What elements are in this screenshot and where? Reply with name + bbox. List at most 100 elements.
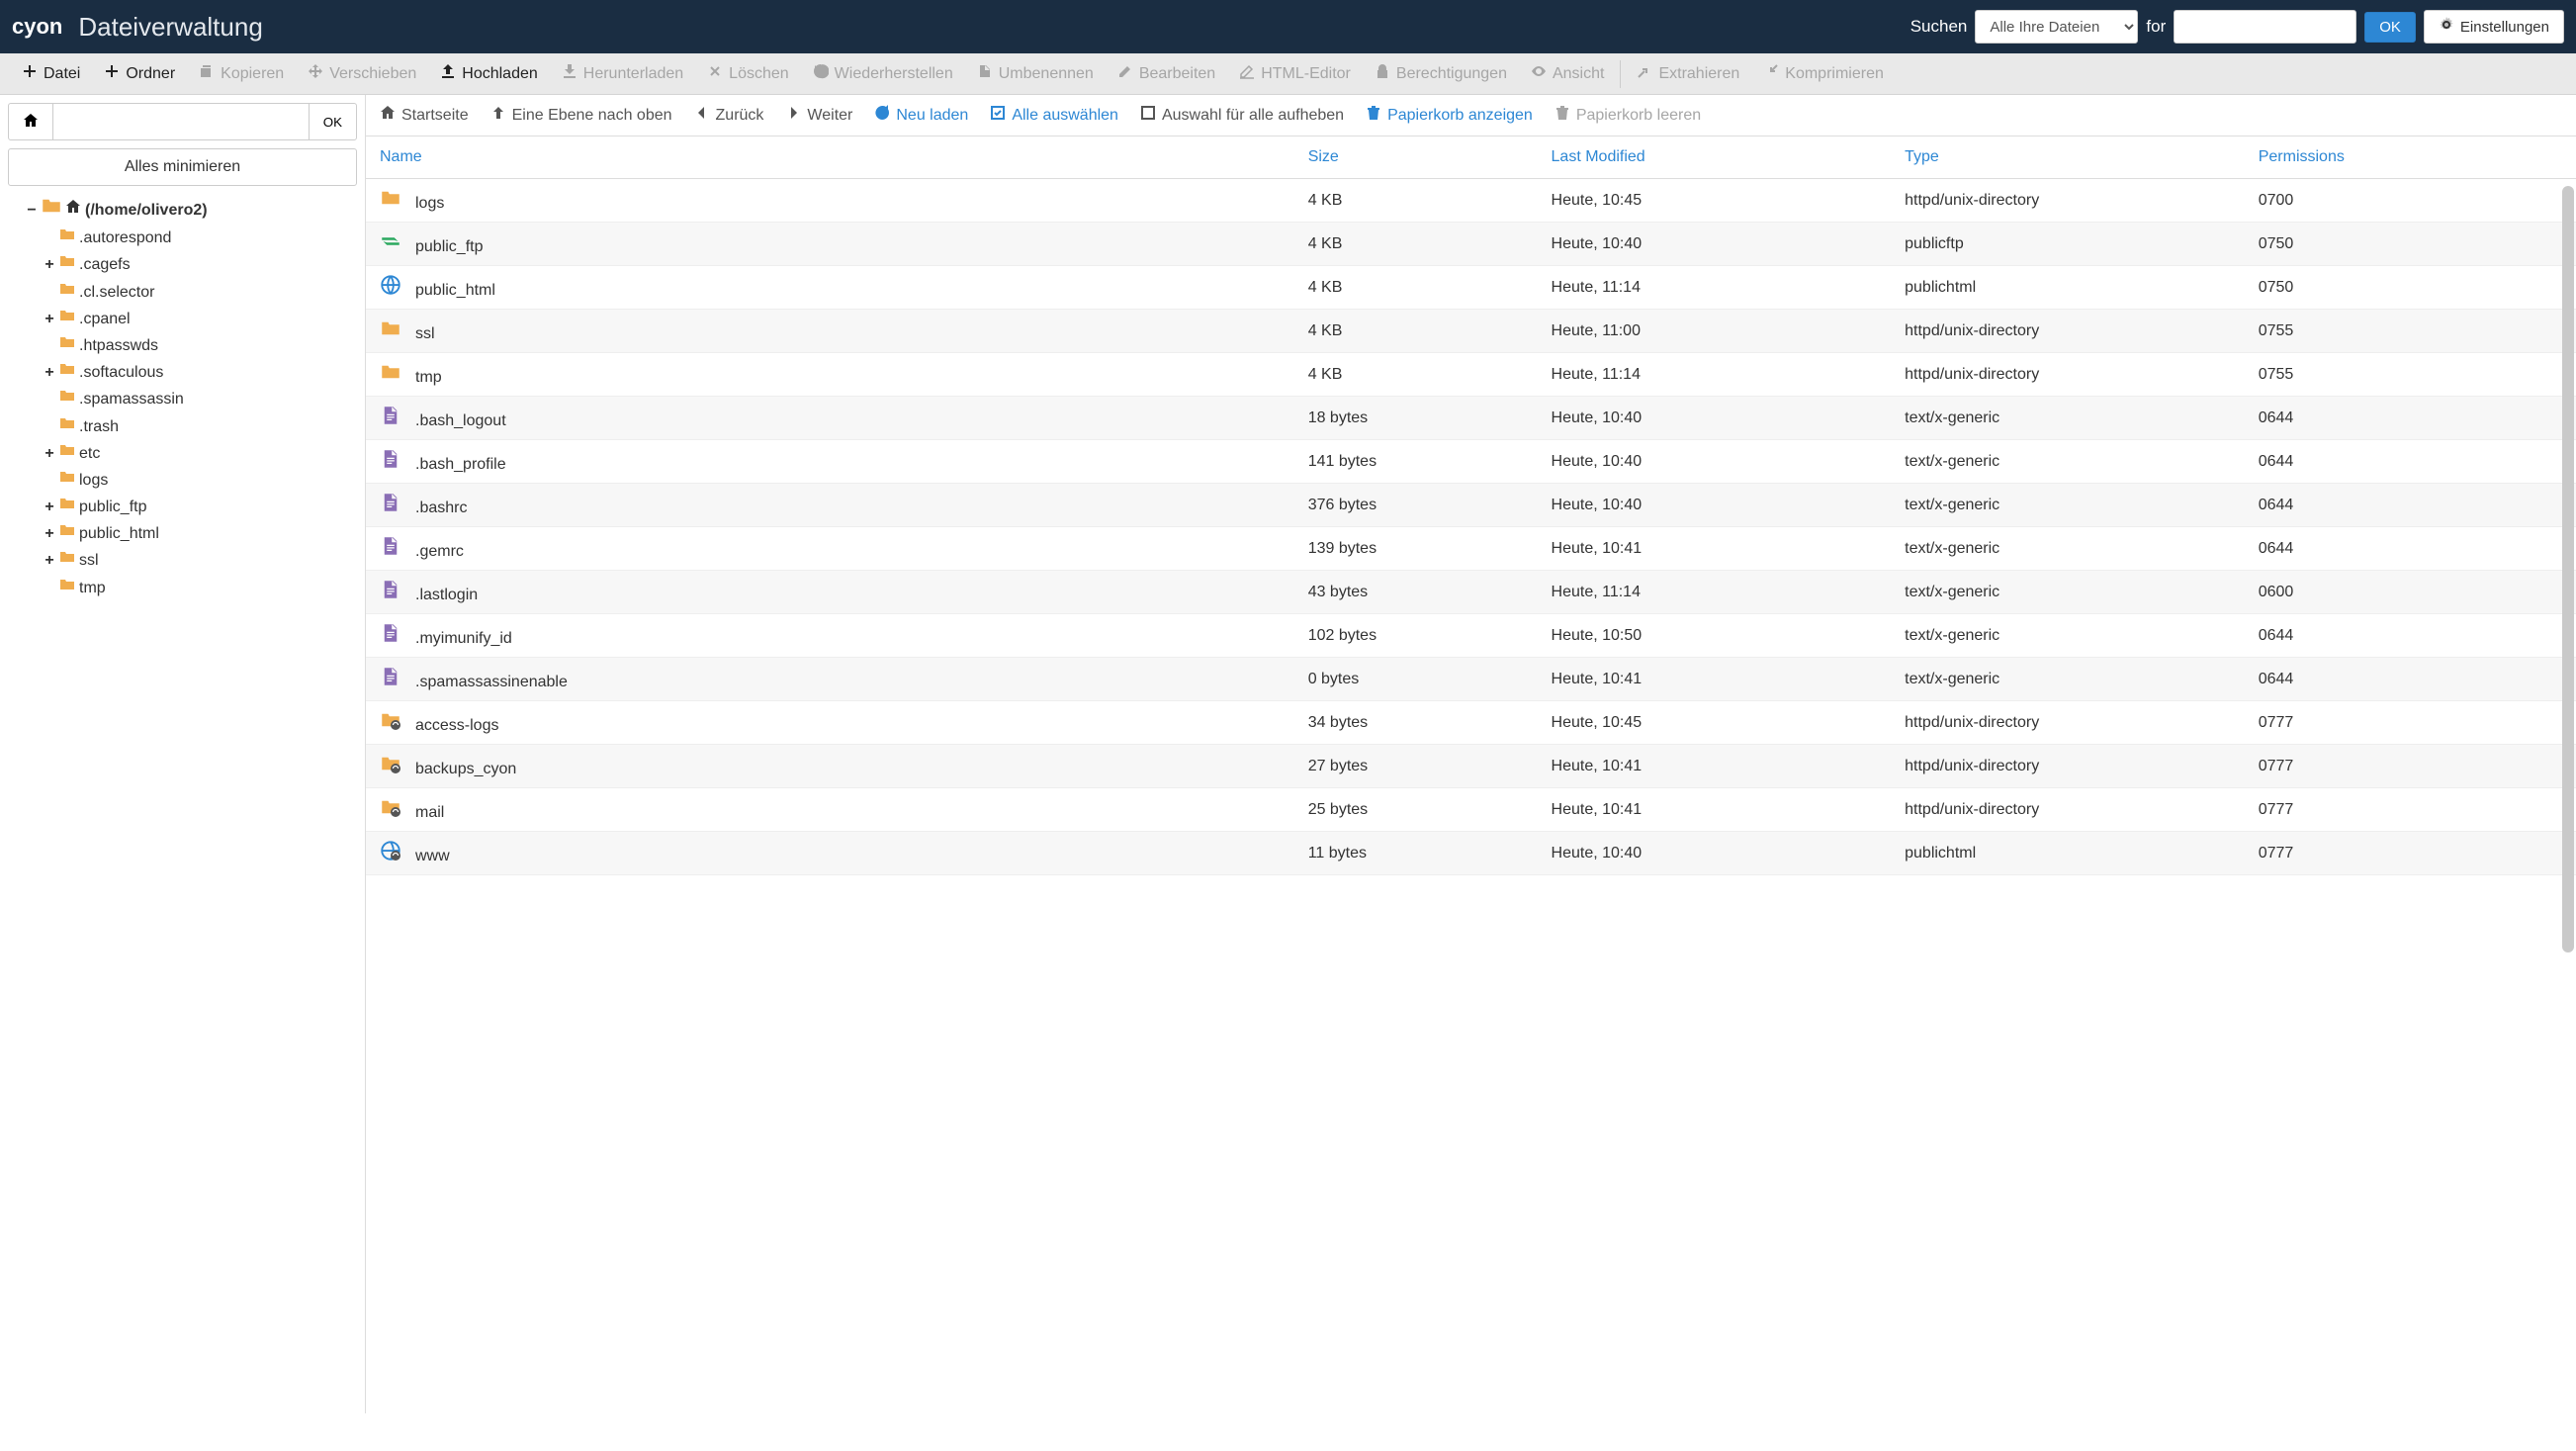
expand-icon[interactable]: + (44, 520, 55, 547)
tree-node[interactable]: + public_ftp (44, 494, 357, 520)
table-row[interactable]: .bashrc376 bytesHeute, 10:40text/x-gener… (366, 484, 2576, 527)
tree-node[interactable]: .spamassassin (44, 386, 357, 412)
tree-node[interactable]: +etc (44, 440, 357, 467)
file-modified: Heute, 10:45 (1538, 179, 1892, 223)
home-button[interactable] (8, 103, 53, 140)
expand-icon[interactable]: + (44, 306, 55, 332)
tree-node[interactable]: +public_html (44, 520, 357, 547)
tree-node[interactable]: logs (44, 467, 357, 494)
col-perm[interactable]: Permissions (2245, 136, 2576, 179)
folder-icon (59, 386, 75, 412)
tree-node[interactable]: .trash (44, 413, 357, 440)
tree-node[interactable]: + .cpanel (44, 306, 357, 332)
expand-icon[interactable]: + (44, 359, 55, 386)
tree-root-label: (/home/olivero2) (85, 197, 208, 224)
file-size: 141 bytes (1294, 440, 1538, 484)
tree-node[interactable]: +ssl (44, 547, 357, 574)
table-row[interactable]: .spamassassinenable0 bytesHeute, 10:41te… (366, 658, 2576, 701)
search-ok-button[interactable]: OK (2364, 12, 2416, 43)
tree-node-label: .cpanel (79, 306, 131, 332)
tree-node[interactable]: .cl.selector (44, 279, 357, 306)
folder-icon (59, 279, 75, 306)
tree-root[interactable]: − (/home/olivero2) (26, 196, 357, 225)
tree-node[interactable]: .htpasswds (44, 332, 357, 359)
collapse-all-button[interactable]: Alles minimieren (8, 148, 357, 186)
action-label: Zurück (716, 107, 764, 125)
table-row[interactable]: public_html4 KBHeute, 11:14publichtml075… (366, 266, 2576, 310)
action-select-all[interactable]: Alle auswählen (990, 105, 1118, 126)
table-row[interactable]: .lastlogin43 bytesHeute, 11:14text/x-gen… (366, 571, 2576, 614)
col-size[interactable]: Size (1294, 136, 1538, 179)
file-name: .gemrc (415, 543, 464, 560)
file-name: backups_cyon (415, 761, 516, 777)
file-size: 4 KB (1294, 310, 1538, 353)
folder-icon (59, 225, 75, 251)
search-scope-select[interactable]: Alle Ihre Dateien (1975, 10, 2138, 44)
scrollbar[interactable] (2562, 186, 2574, 952)
file-perm: 0750 (2245, 266, 2576, 310)
path-input[interactable] (53, 103, 309, 140)
folder-icon (380, 362, 401, 382)
col-type[interactable]: Type (1891, 136, 2245, 179)
table-row[interactable]: .bash_logout18 bytesHeute, 10:40text/x-g… (366, 397, 2576, 440)
file-modified: Heute, 10:40 (1538, 440, 1892, 484)
action-empty-trash[interactable]: Papierkorb leeren (1554, 105, 1701, 126)
tree-node[interactable]: +.cagefs (44, 251, 357, 278)
folder-link-icon (380, 710, 401, 730)
toolbar-label: Komprimieren (1785, 65, 1884, 83)
file-size: 4 KB (1294, 266, 1538, 310)
table-row[interactable]: .gemrc139 bytesHeute, 10:41text/x-generi… (366, 527, 2576, 571)
action-unselect-all[interactable]: Auswahl für alle aufheben (1140, 105, 1344, 126)
delete-icon (707, 63, 723, 84)
file-modified: Heute, 10:40 (1538, 397, 1892, 440)
toolbar-hochladen[interactable]: Hochladen (428, 53, 550, 94)
tree-node[interactable]: +.softaculous (44, 359, 357, 386)
tree-node[interactable]: .autorespond (44, 225, 357, 251)
action-up[interactable]: Eine Ebene nach oben (490, 105, 672, 126)
table-row[interactable]: public_ftp4 KBHeute, 10:40publicftp0750 (366, 223, 2576, 266)
file-type: text/x-generic (1891, 440, 2245, 484)
table-row[interactable]: .myimunify_id102 bytesHeute, 10:50text/x… (366, 614, 2576, 658)
table-row[interactable]: www11 bytesHeute, 10:40publichtml0777 (366, 832, 2576, 875)
file-table-wrap: Name Size Last Modified Type Permissions… (366, 136, 2576, 1413)
file-type: httpd/unix-directory (1891, 701, 2245, 745)
table-row[interactable]: logs4 KBHeute, 10:45httpd/unix-directory… (366, 179, 2576, 223)
settings-button[interactable]: Einstellungen (2424, 10, 2564, 44)
restore-icon (813, 63, 829, 84)
col-name[interactable]: Name (366, 136, 1294, 179)
action-label: Alle auswählen (1012, 107, 1118, 125)
plus-icon (104, 63, 120, 84)
square-icon (1140, 105, 1156, 126)
expand-icon[interactable]: + (44, 494, 55, 520)
search-input[interactable] (2174, 10, 2356, 44)
view-icon (1531, 63, 1547, 84)
table-row[interactable]: access-logs34 bytesHeute, 10:45httpd/uni… (366, 701, 2576, 745)
table-row[interactable]: mail25 bytesHeute, 10:41httpd/unix-direc… (366, 788, 2576, 832)
table-row[interactable]: .bash_profile141 bytesHeute, 10:40text/x… (366, 440, 2576, 484)
path-ok-button[interactable]: OK (309, 103, 357, 140)
ftp-icon (380, 231, 401, 251)
table-row[interactable]: backups_cyon27 bytesHeute, 10:41httpd/un… (366, 745, 2576, 788)
action-home[interactable]: Startseite (380, 105, 469, 126)
table-row[interactable]: ssl4 KBHeute, 11:00httpd/unix-directory0… (366, 310, 2576, 353)
expand-icon[interactable]: + (44, 547, 55, 574)
file-name: .bashrc (415, 499, 467, 516)
toolbar-wiederherstellen: Wiederherstellen (801, 53, 965, 94)
tree-node[interactable]: tmp (44, 575, 357, 601)
toolbar-ordner[interactable]: Ordner (92, 53, 187, 94)
action-back[interactable]: Zurück (694, 105, 764, 126)
expand-icon[interactable]: + (44, 251, 55, 278)
toolbar-datei[interactable]: Datei (10, 53, 92, 94)
table-row[interactable]: tmp4 KBHeute, 11:14httpd/unix-directory0… (366, 353, 2576, 397)
file-name: access-logs (415, 717, 498, 734)
action-forward[interactable]: Weiter (785, 105, 852, 126)
col-modified[interactable]: Last Modified (1538, 136, 1892, 179)
expand-icon[interactable]: + (44, 440, 55, 467)
download-icon (562, 63, 577, 84)
file-type: text/x-generic (1891, 614, 2245, 658)
collapse-icon[interactable]: − (26, 197, 38, 224)
tree-node-label: public_ftp (79, 494, 147, 520)
action-reload[interactable]: Neu laden (874, 105, 968, 126)
file-size: 4 KB (1294, 179, 1538, 223)
action-show-trash[interactable]: Papierkorb anzeigen (1366, 105, 1533, 126)
